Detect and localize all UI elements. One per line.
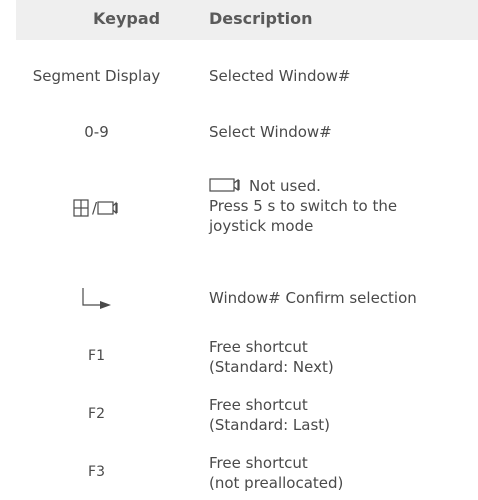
column-header-keypad: Keypad [93, 9, 161, 28]
description-line: Free shortcut [209, 338, 308, 356]
description-line: Press 5 s to switch to the [209, 197, 398, 215]
description-f3: Free shortcut (not preallocated) [209, 453, 343, 493]
keypad-f2: F2 [88, 406, 105, 422]
description-line: (not preallocated) [209, 474, 344, 492]
description-line: Free shortcut [209, 454, 308, 472]
description-grid-camera: Not used. Press 5 s to switch to the joy… [209, 176, 397, 236]
separator: / [92, 199, 98, 217]
enter-arrow-icon [81, 288, 111, 309]
description-line: Window# Confirm selection [209, 289, 417, 307]
description-f1: Free shortcut (Standard: Next) [209, 337, 334, 377]
column-header-description: Description [209, 9, 313, 28]
keypad-grid-camera: / [0, 198, 193, 222]
description-f2: Free shortcut (Standard: Last) [209, 395, 330, 435]
camera-icon [96, 201, 118, 215]
description-enter: Window# Confirm selection [209, 288, 417, 308]
description-line: Select Window# [209, 123, 332, 141]
description-line: (Standard: Next) [209, 358, 334, 376]
description-line: (Standard: Last) [209, 416, 331, 434]
keypad-digits: 0-9 [84, 123, 109, 141]
keypad-segment-display: Segment Display [32, 67, 161, 85]
description-line: Selected Window# [209, 67, 351, 85]
keypad-f1: F1 [88, 348, 105, 364]
keypad-enter [0, 286, 193, 316]
description-segment-display: Selected Window# [209, 66, 351, 86]
grid-camera-icon: / [72, 199, 118, 217]
description-line: Free shortcut [209, 396, 308, 414]
description-line: joystick mode [209, 217, 314, 235]
grid-icon [72, 199, 89, 217]
keypad-f3: F3 [88, 464, 105, 480]
description-line-with-icon: Not used. [209, 176, 397, 196]
camera-icon [209, 178, 240, 192]
description-digits: Select Window# [209, 122, 332, 142]
